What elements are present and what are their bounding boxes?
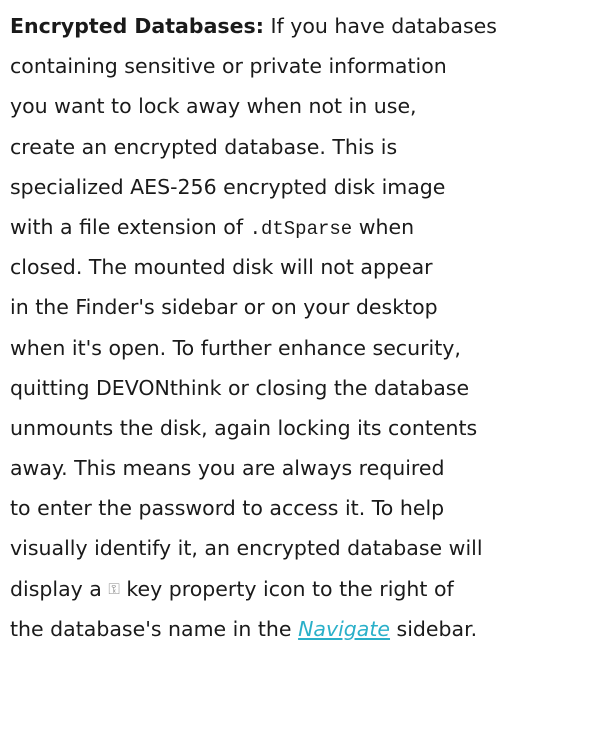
line-text: the database's name in the (10, 616, 299, 641)
paragraph-line-15: display a ⚿ key property icon to the rig… (10, 569, 610, 609)
paragraph-line-12: away. This means you are always required (10, 456, 445, 481)
section-heading: Encrypted Databases: (10, 14, 264, 38)
line-text: when (352, 214, 415, 239)
paragraph-line-1: Encrypted Databases: If you have databas… (10, 6, 610, 46)
paragraph-line-6: with a file extension of .dtSparse when (10, 207, 610, 247)
paragraph-line-3: you want to lock away when not in use, (10, 94, 417, 119)
paragraph-line-11: unmounts the disk, again locking its con… (10, 415, 478, 440)
paragraph-line-5: specialized AES-256 encrypted disk image (10, 174, 446, 199)
paragraph-line-7: closed. The mounted disk will not appear (10, 255, 433, 280)
help-page: Encrypted Databases: If you have databas… (0, 0, 614, 756)
navigate-link[interactable]: Navigate (298, 617, 390, 641)
paragraph-line-2: containing sensitive or private informat… (10, 54, 447, 79)
line-text: sidebar. (390, 616, 478, 641)
paragraph-line-10: quitting DEVONthink or closing the datab… (10, 375, 470, 400)
line-text: key property icon to the right of (119, 576, 454, 601)
key-icon: ⚿ (108, 579, 120, 598)
paragraph-line-13: to enter the password to access it. To h… (10, 496, 445, 521)
paragraph-line-8: in the Finder's sidebar or on your deskt… (10, 295, 438, 320)
paragraph-line-4: create an encrypted database. This is (10, 134, 398, 159)
line-text: display a (10, 576, 109, 601)
paragraph-line-16: the database's name in the Navigate side… (10, 609, 610, 649)
paragraph-line-14: visually identify it, an encrypted datab… (10, 536, 483, 561)
line-text: If you have databases (263, 14, 497, 38)
encrypted-databases-paragraph: Encrypted Databases: If you have databas… (10, 6, 610, 649)
paragraph-line-9: when it's open. To further enhance secur… (10, 335, 461, 360)
file-extension-code: .dtSparse (249, 217, 353, 240)
line-text: with a file extension of (10, 214, 250, 239)
